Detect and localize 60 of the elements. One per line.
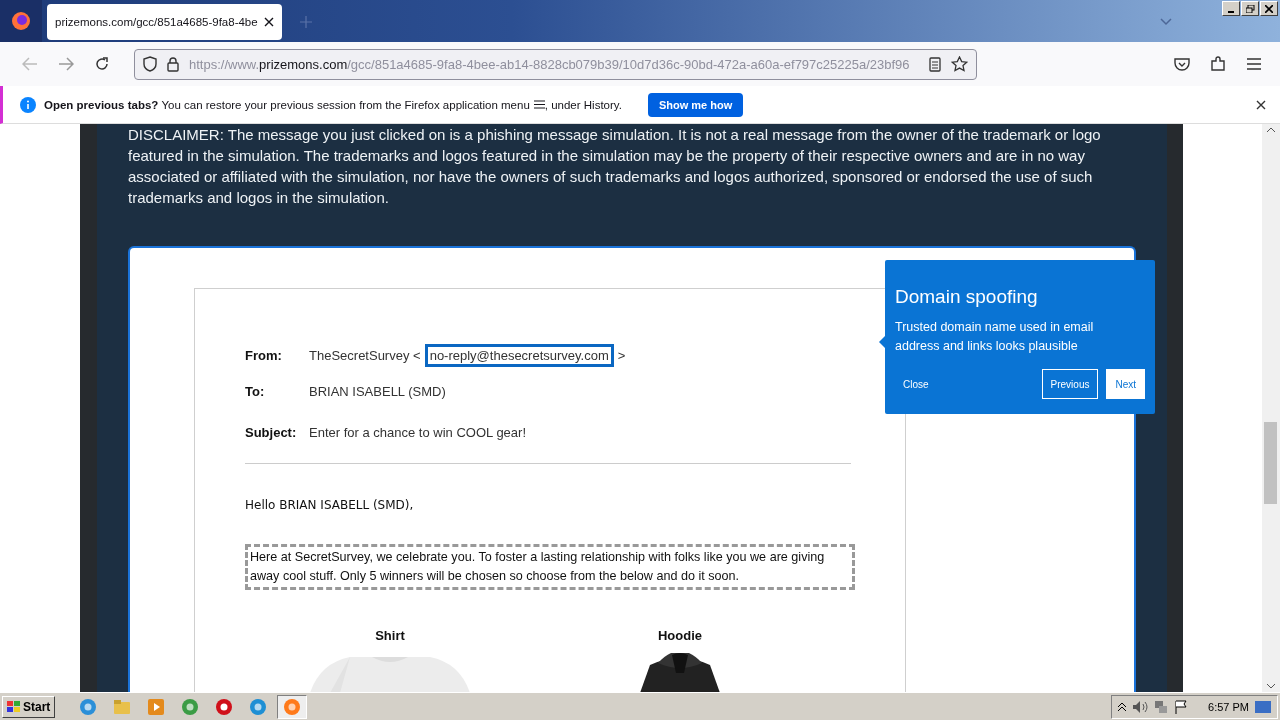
star-icon[interactable] xyxy=(951,56,968,72)
taskbar-app[interactable] xyxy=(277,694,308,719)
greeting-text: Hello BRIAN ISABELL (SMD), xyxy=(245,498,415,512)
notification-message: Open previous tabs? You can restore your previous session from the Firefox application menu xyxy=(44,98,530,111)
menu-icon xyxy=(533,100,545,109)
folder-icon xyxy=(114,699,131,714)
close-icon xyxy=(1265,4,1273,13)
reader-view-icon[interactable] xyxy=(929,56,941,72)
disclaimer-text: DISCLAIMER: The message you just clicked on is a phishing message simulation. It is not a real message from the owner of the trademark or logo featured in the simulation. The trademarks and logos featured in the simulation may be the property of their respective owners and are in no way associated or affiliated with the simulation, nor have the owners of such trademarks and logos authorized, sponsored or endorsed the use of such trademarks and logos in the simulation. xyxy=(128,125,1102,208)
url-text: https://www.prizemons.com/gcc/851a4685-9fa8-4bee-ab14-8828cb079b39/10d7d36c-90bd-472a-a60a-ef797c25225a/23bf96 xyxy=(189,56,911,72)
chevron-up-icon[interactable] xyxy=(1118,702,1127,711)
scrollbar[interactable] xyxy=(1262,124,1280,692)
restore-button[interactable] xyxy=(1241,1,1259,16)
recipient-name: BRIAN ISABELL (SMD) xyxy=(309,383,446,399)
browser-icon xyxy=(250,698,267,715)
browser-icon xyxy=(216,698,233,715)
product-name: Shirt xyxy=(375,628,405,643)
notification-message: , under History. xyxy=(544,98,622,111)
sender-address: no-reply@thesecretsurvey.com xyxy=(424,343,614,367)
tooltip-button[interactable]: Previous xyxy=(1041,369,1099,399)
scroll-up-icon[interactable] xyxy=(1267,127,1275,132)
browser-tab[interactable]: prizemons.com/gcc/851a4685-9fa8-4be xyxy=(47,4,282,40)
clock-time: 6:57 PM xyxy=(1208,700,1249,713)
close-icon[interactable] xyxy=(1256,99,1266,110)
browser-icon xyxy=(284,698,301,715)
close-button[interactable] xyxy=(1260,1,1278,16)
speaker-icon[interactable] xyxy=(1132,699,1149,714)
minimize-icon xyxy=(1228,10,1234,13)
show-me-how-button[interactable]: Show me how xyxy=(647,92,744,117)
windows-logo-icon xyxy=(7,700,21,713)
body-text: Here at SecretSurvey, we celebrate you. To foster a lasting relationship with folks like you we are giving away cool stuff. Only 5 winners will be chosen so choose from the below and do it soon. xyxy=(245,544,855,590)
tab-title: prizemons.com/gcc/851a4685-9fa8-4be xyxy=(55,16,258,28)
globe-icon xyxy=(80,698,97,715)
product-name: Hoodie xyxy=(657,628,703,643)
scroll-thumb[interactable] xyxy=(1264,422,1277,504)
close-icon[interactable] xyxy=(263,17,274,27)
address-bar[interactable]: https://www.prizemons.com/gcc/851a4685-9fa8-4bee-ab14-8828cb079b39/10d7d36c-90bd-472a-a60a-ef797c25225a/23bf96 xyxy=(134,48,977,80)
browser-icon xyxy=(182,698,199,715)
field-label: From: xyxy=(245,347,283,363)
flag-icon[interactable] xyxy=(1174,699,1189,714)
field-label: To: xyxy=(245,383,266,399)
close-link[interactable]: Close xyxy=(895,369,937,399)
restore-icon xyxy=(1245,4,1255,13)
firefox-menu-icon[interactable] xyxy=(11,11,31,31)
field-label: Subject: xyxy=(245,424,298,440)
info-icon xyxy=(20,96,36,113)
start-button[interactable]: Start xyxy=(2,695,56,718)
lock-icon[interactable] xyxy=(167,56,179,72)
subject-text: Enter for a chance to win COOL gear! xyxy=(309,424,526,440)
tooltip-title: Domain spoofing xyxy=(895,286,1039,308)
minimize-button[interactable] xyxy=(1222,1,1240,16)
bracket-text: > xyxy=(617,347,626,363)
network-icon[interactable] xyxy=(1154,699,1169,714)
tooltip-text: Trusted domain name used in email address and links looks plausible xyxy=(895,319,1095,355)
scroll-down-icon[interactable] xyxy=(1267,684,1275,689)
shield-icon[interactable] xyxy=(143,56,157,72)
media-player-icon xyxy=(148,698,165,715)
tooltip-button[interactable]: Next xyxy=(1106,369,1145,399)
sender-name: TheSecretSurvey < xyxy=(309,347,421,363)
show-desktop-icon[interactable] xyxy=(1255,700,1271,713)
